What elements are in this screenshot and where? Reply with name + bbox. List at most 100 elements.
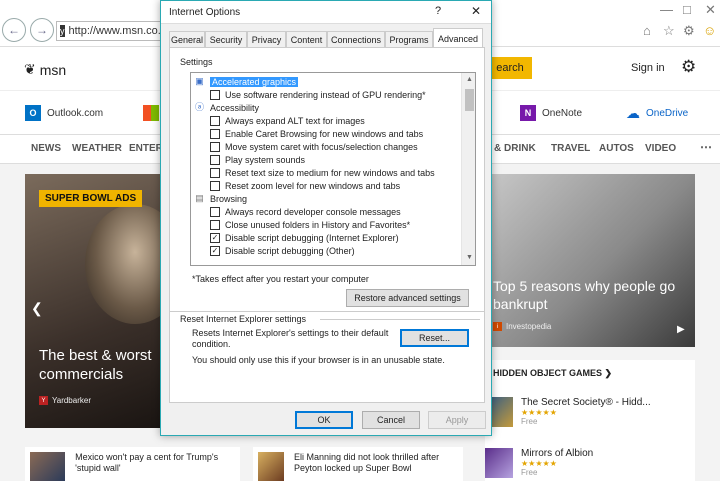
address-bar[interactable]: y http://www.msn.co... xyxy=(56,21,166,41)
favorites-star-icon[interactable]: ☆ xyxy=(663,23,675,39)
tree-option[interactable]: Always expand ALT text for images xyxy=(210,114,365,127)
checkbox[interactable] xyxy=(210,154,220,165)
checkbox[interactable] xyxy=(210,219,220,230)
tree-option[interactable]: Move system caret with focus/selection c… xyxy=(210,140,418,153)
option-label: Reset zoom level for new windows and tab… xyxy=(225,180,401,191)
nav-weather[interactable]: WEATHER xyxy=(72,143,122,154)
nav-travel[interactable]: TRAVEL xyxy=(551,143,590,154)
tree-option[interactable]: Reset text size to medium for new window… xyxy=(210,166,435,179)
more-icon[interactable]: ⋯ xyxy=(700,140,712,154)
tree-option[interactable]: ✓ Disable script debugging (Other) xyxy=(210,244,355,257)
nav-news[interactable]: NEWS xyxy=(31,143,61,154)
forward-icon[interactable]: → xyxy=(30,18,54,42)
scroll-up-icon[interactable]: ▲ xyxy=(462,73,475,86)
scroll-down-icon[interactable]: ▼ xyxy=(462,251,475,264)
checkbox[interactable] xyxy=(210,141,220,152)
tree-option[interactable]: Reset zoom level for new windows and tab… xyxy=(210,179,400,192)
reset-section-header: Reset Internet Explorer settings xyxy=(180,314,307,324)
games-header[interactable]: HIDDEN OBJECT GAMES ❯ xyxy=(493,368,612,379)
nav-food-drink[interactable]: & DRINK xyxy=(494,143,536,154)
app-outlook[interactable]: O Outlook.com xyxy=(25,105,103,121)
tab-security[interactable]: Security xyxy=(205,31,247,47)
checkbox[interactable] xyxy=(210,115,220,126)
sign-in-link[interactable]: Sign in xyxy=(631,62,665,74)
game-item[interactable]: Mirrors of Albion ★★★★★ Free xyxy=(485,448,593,478)
tab-privacy[interactable]: Privacy xyxy=(247,31,286,47)
app-onenote[interactable]: N OneNote xyxy=(520,105,582,121)
tree-option[interactable]: Close unused folders in History and Favo… xyxy=(210,218,410,231)
carousel-prev-icon[interactable]: ❮ xyxy=(31,300,43,317)
help-icon[interactable]: ? xyxy=(435,5,441,17)
maximize-icon[interactable]: □ xyxy=(683,2,691,17)
game-rating: ★★★★★ xyxy=(521,459,557,468)
checkbox[interactable] xyxy=(210,167,220,178)
news-item[interactable]: Eli Manning did not look thrilled after … xyxy=(253,447,463,481)
game-price: Free xyxy=(521,417,538,426)
tree-group-accelerated-graphics[interactable]: ▣ Accelerated graphics xyxy=(194,75,299,88)
story-card[interactable]: Top 5 reasons why people go bankrupt i I… xyxy=(485,174,695,347)
tree-option[interactable]: ✓ Disable script debugging (Internet Exp… xyxy=(210,231,399,244)
home-icon[interactable]: ⌂ xyxy=(643,23,651,38)
app-office[interactable] xyxy=(143,105,159,121)
scrollbar-thumb[interactable] xyxy=(465,89,474,111)
checkbox[interactable] xyxy=(210,89,220,100)
ok-button[interactable]: OK xyxy=(295,411,353,429)
game-name: Mirrors of Albion xyxy=(521,448,594,459)
news-thumbnail xyxy=(30,452,66,481)
settings-tree[interactable]: ▣ Accelerated graphics Use software rend… xyxy=(190,72,476,266)
tab-general[interactable]: General xyxy=(169,31,205,47)
game-item[interactable]: The Secret Society® - Hidd... ★★★★★ Free xyxy=(485,397,651,427)
tab-content[interactable]: Content xyxy=(286,31,327,47)
tree-group-accessibility[interactable]: ⓐ Accessibility xyxy=(194,101,259,114)
play-icon[interactable]: ▶ xyxy=(677,324,685,335)
checkbox[interactable] xyxy=(210,180,220,191)
checkbox-checked[interactable]: ✓ xyxy=(210,232,220,243)
apply-button[interactable]: Apply xyxy=(428,411,486,429)
dialog-titlebar[interactable]: Internet Options ? ✕ xyxy=(161,1,491,24)
settings-gear-icon[interactable]: ⚙ xyxy=(681,57,696,77)
tab-advanced[interactable]: Advanced xyxy=(433,28,483,48)
nav-video[interactable]: VIDEO xyxy=(645,143,676,154)
tree-group-browsing[interactable]: ▤ Browsing xyxy=(194,192,247,205)
tab-connections[interactable]: Connections xyxy=(327,31,385,47)
dialog-title: Internet Options xyxy=(169,7,241,18)
reset-button[interactable]: Reset... xyxy=(400,329,469,347)
yardbarker-icon: Y xyxy=(39,396,48,405)
vertical-scrollbar[interactable]: ▲ ▼ xyxy=(461,73,475,265)
app-onenote-label: OneNote xyxy=(542,107,583,119)
cancel-button[interactable]: Cancel xyxy=(362,411,420,429)
nav-autos[interactable]: AUTOS xyxy=(599,143,634,154)
reset-description: Resets Internet Explorer's settings to t… xyxy=(192,328,389,349)
minimize-icon[interactable]: — xyxy=(660,2,673,17)
nav-entertainment[interactable]: ENTER xyxy=(129,143,163,154)
option-label: Move system caret with focus/selection c… xyxy=(225,141,418,152)
search-button[interactable]: earch xyxy=(488,57,532,79)
restore-advanced-settings-button[interactable]: Restore advanced settings xyxy=(346,289,469,307)
tree-group-label: Browsing xyxy=(210,193,248,204)
checkbox-checked[interactable]: ✓ xyxy=(210,245,220,256)
gear-icon[interactable]: ⚙ xyxy=(683,23,695,39)
option-label: Use software rendering instead of GPU re… xyxy=(225,89,426,100)
option-label: Disable script debugging (Internet Explo… xyxy=(225,232,399,243)
game-name: The Secret Society® - Hidd... xyxy=(521,397,651,408)
games-header-label: HIDDEN OBJECT GAMES xyxy=(493,368,603,378)
tree-option[interactable]: Play system sounds xyxy=(210,153,305,166)
close-icon[interactable]: ✕ xyxy=(705,2,716,18)
outlook-icon: O xyxy=(25,105,41,121)
app-onedrive[interactable]: ☁ OneDrive xyxy=(626,105,688,122)
tree-option[interactable]: Use software rendering instead of GPU re… xyxy=(210,88,426,101)
checkbox[interactable] xyxy=(210,128,220,139)
tab-programs[interactable]: Programs xyxy=(385,31,433,47)
story-title[interactable]: Top 5 reasons why people go bankrupt xyxy=(493,277,693,313)
back-icon[interactable]: ← xyxy=(2,18,26,42)
tree-option[interactable]: Enable Caret Browsing for new windows an… xyxy=(210,127,423,140)
checkbox[interactable] xyxy=(210,206,220,217)
option-label: Disable script debugging (Other) xyxy=(225,245,355,256)
smiley-feedback-icon[interactable]: ☺ xyxy=(703,23,716,38)
game-price: Free xyxy=(521,468,538,477)
news-item[interactable]: Mexico won't pay a cent for Trump's 'stu… xyxy=(25,447,240,481)
msn-logo[interactable]: ❦ msn xyxy=(24,61,66,78)
tree-option[interactable]: Always record developer console messages xyxy=(210,205,401,218)
hero-source: Y Yardbarker xyxy=(39,396,91,405)
dialog-close-icon[interactable]: ✕ xyxy=(471,4,481,18)
